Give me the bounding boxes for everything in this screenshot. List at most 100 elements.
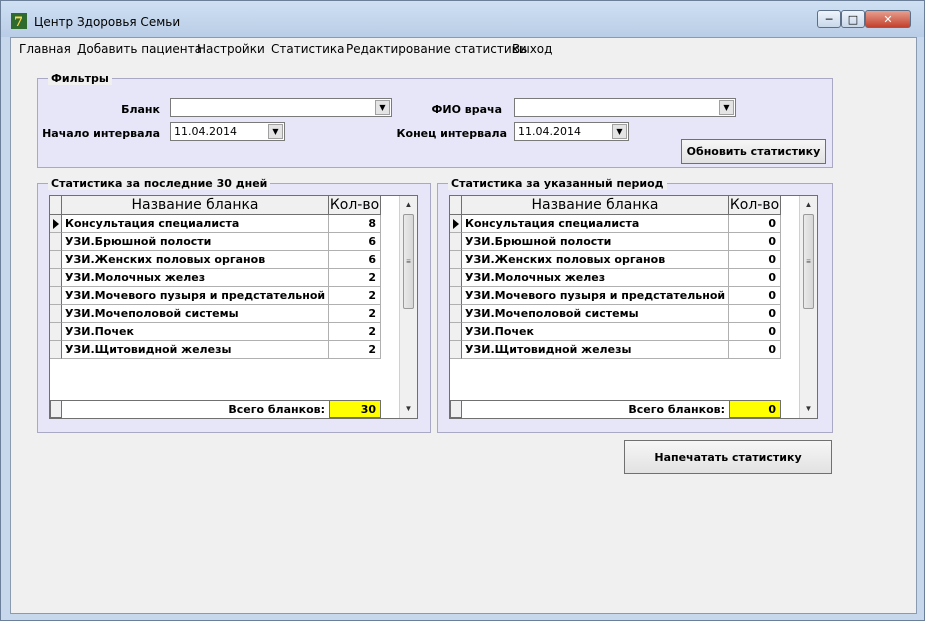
stats-period-group: Статистика за указанный период Название … <box>437 177 833 433</box>
row-name-cell[interactable]: УЗИ.Мочевого пузыря и предстательной же <box>462 287 729 305</box>
row-name-cell[interactable]: УЗИ.Мочеполовой системы <box>462 305 729 323</box>
menu-item-settings[interactable]: Настройки <box>197 42 265 56</box>
row-count-cell[interactable]: 2 <box>329 341 381 359</box>
scroll-down-icon[interactable]: ▼ <box>400 400 417 417</box>
row-name-cell[interactable]: УЗИ.Щитовидной железы <box>62 341 329 359</box>
menu-item-add-patient[interactable]: Добавить пациента <box>77 42 202 56</box>
footer-indicator <box>450 400 462 418</box>
row-count-cell[interactable]: 2 <box>329 287 381 305</box>
minimize-icon: ─ <box>825 12 833 26</box>
chevron-down-icon[interactable]: ▼ <box>719 100 734 115</box>
stats-last30-title: Статистика за последние 30 дней <box>48 177 271 190</box>
total-label: Всего бланков: <box>462 400 729 418</box>
row-count-cell[interactable]: 0 <box>729 269 781 287</box>
window-title: Центр Здоровья Семьи <box>34 15 181 29</box>
row-name-cell[interactable]: УЗИ.Брюшной полости <box>62 233 329 251</box>
doctor-label: ФИО врача <box>431 103 502 116</box>
print-stats-button[interactable]: Напечатать статистику <box>624 440 832 474</box>
doctor-combo[interactable]: ▼ <box>514 98 736 117</box>
row-name-cell[interactable]: УЗИ.Женских половых органов <box>462 251 729 269</box>
row-count-cell[interactable]: 0 <box>729 215 781 233</box>
end-date-label: Конец интервала <box>396 127 507 140</box>
refresh-stats-button[interactable]: Обновить статистику <box>681 139 826 164</box>
row-name-cell[interactable]: УЗИ.Почек <box>62 323 329 341</box>
menu-item-home[interactable]: Главная <box>19 42 71 56</box>
row-count-cell[interactable]: 6 <box>329 251 381 269</box>
footer-indicator <box>50 400 62 418</box>
row-count-cell[interactable]: 0 <box>729 287 781 305</box>
row-indicator <box>450 287 462 305</box>
row-count-cell[interactable]: 0 <box>729 233 781 251</box>
app-window: 7 Центр Здоровья Семьи ─ □ ✕ Главная Доб… <box>0 0 925 621</box>
minimize-button[interactable]: ─ <box>817 10 841 28</box>
row-name-cell[interactable]: УЗИ.Молочных желез <box>62 269 329 287</box>
row-indicator <box>50 251 62 269</box>
menu-item-exit[interactable]: Выход <box>512 42 552 56</box>
close-icon: ✕ <box>883 12 893 26</box>
menu-bar: Главная Добавить пациента Настройки Стат… <box>11 38 916 58</box>
app-logo-icon: 7 <box>11 13 27 29</box>
total-value: 30 <box>329 400 381 418</box>
row-count-cell[interactable]: 6 <box>329 233 381 251</box>
row-count-cell[interactable]: 8 <box>329 215 381 233</box>
row-indicator <box>50 233 62 251</box>
start-date-label: Начало интервала <box>42 127 160 140</box>
end-date-value: 11.04.2014 <box>518 125 581 138</box>
end-date-picker[interactable]: 11.04.2014 ▼ <box>514 122 629 141</box>
menu-item-edit-statistics[interactable]: Редактирование статистики <box>346 42 527 56</box>
row-indicator <box>50 305 62 323</box>
column-header-count[interactable]: Кол-во <box>729 196 781 215</box>
row-count-cell[interactable]: 2 <box>329 323 381 341</box>
stats-last30-group: Статистика за последние 30 дней Название… <box>37 177 431 433</box>
row-name-cell[interactable]: УЗИ.Молочных желез <box>462 269 729 287</box>
filters-title: Фильтры <box>48 72 112 85</box>
row-name-cell[interactable]: Консультация специалиста <box>462 215 729 233</box>
row-indicator <box>450 215 462 233</box>
filters-group: Фильтры Бланк ▼ ФИО врача ▼ Начало интер… <box>37 72 833 168</box>
row-count-cell[interactable]: 2 <box>329 305 381 323</box>
maximize-button[interactable]: □ <box>841 10 865 28</box>
row-name-cell[interactable]: УЗИ.Женских половых органов <box>62 251 329 269</box>
scroll-down-icon[interactable]: ▼ <box>800 400 817 417</box>
total-label: Всего бланков: <box>62 400 329 418</box>
vertical-scrollbar[interactable]: ▲ ≡ ▼ <box>799 196 817 418</box>
stats-period-table[interactable]: Название бланка Кол-во Консультация спец… <box>449 195 818 419</box>
chevron-down-icon[interactable]: ▼ <box>375 100 390 115</box>
row-count-cell[interactable]: 0 <box>729 341 781 359</box>
blank-combo[interactable]: ▼ <box>170 98 392 117</box>
chevron-down-icon[interactable]: ▼ <box>612 124 627 139</box>
row-name-cell[interactable]: УЗИ.Почек <box>462 323 729 341</box>
row-count-cell[interactable]: 0 <box>729 305 781 323</box>
row-indicator <box>50 215 62 233</box>
chevron-down-icon[interactable]: ▼ <box>268 124 283 139</box>
row-name-cell[interactable]: УЗИ.Брюшной полости <box>462 233 729 251</box>
row-name-cell[interactable]: УЗИ.Щитовидной железы <box>462 341 729 359</box>
vertical-scrollbar[interactable]: ▲ ≡ ▼ <box>399 196 417 418</box>
row-count-cell[interactable]: 0 <box>729 251 781 269</box>
menu-item-statistics[interactable]: Статистика <box>271 42 345 56</box>
total-value: 0 <box>729 400 781 418</box>
row-indicator <box>50 341 62 359</box>
row-name-cell[interactable]: УЗИ.Мочеполовой системы <box>62 305 329 323</box>
scroll-thumb[interactable]: ≡ <box>403 214 414 309</box>
stats-period-title: Статистика за указанный период <box>448 177 667 190</box>
client-area: Главная Добавить пациента Настройки Стат… <box>10 37 917 614</box>
title-bar[interactable]: 7 Центр Здоровья Семьи ─ □ ✕ <box>1 1 924 37</box>
close-button[interactable]: ✕ <box>865 10 911 28</box>
maximize-icon: □ <box>847 12 859 26</box>
scroll-up-icon[interactable]: ▲ <box>400 196 417 213</box>
scroll-up-icon[interactable]: ▲ <box>800 196 817 213</box>
row-name-cell[interactable]: Консультация специалиста <box>62 215 329 233</box>
row-indicator <box>50 287 62 305</box>
column-header-count[interactable]: Кол-во <box>329 196 381 215</box>
column-header-name[interactable]: Название бланка <box>62 196 329 215</box>
stats-last30-table[interactable]: Название бланка Кол-во Консультация спец… <box>49 195 418 419</box>
column-header-name[interactable]: Название бланка <box>462 196 729 215</box>
row-name-cell[interactable]: УЗИ.Мочевого пузыря и предстательной же <box>62 287 329 305</box>
row-indicator <box>450 251 462 269</box>
row-count-cell[interactable]: 2 <box>329 269 381 287</box>
row-count-cell[interactable]: 0 <box>729 323 781 341</box>
scroll-thumb[interactable]: ≡ <box>803 214 814 309</box>
start-date-picker[interactable]: 11.04.2014 ▼ <box>170 122 285 141</box>
row-pointer-icon <box>453 219 459 229</box>
